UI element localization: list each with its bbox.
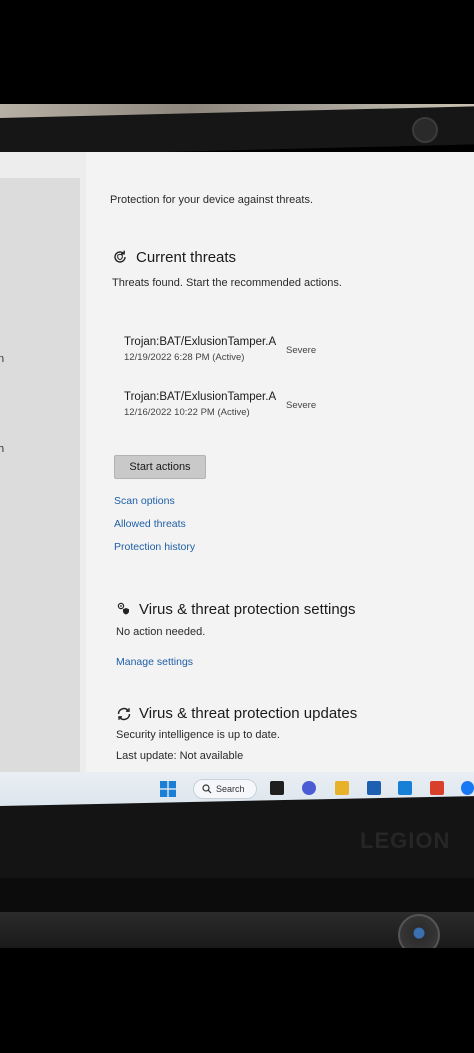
start-actions-button[interactable]: Start actions: [114, 455, 206, 479]
sidebar-item-fragment[interactable]: h: [0, 443, 4, 455]
update-shield-icon: [116, 706, 132, 722]
bottom-area: [0, 948, 474, 1053]
file-explorer-icon[interactable]: [335, 781, 349, 795]
allowed-threats-link[interactable]: Allowed threats: [114, 518, 186, 530]
office-icon[interactable]: [430, 781, 444, 795]
search-label: Search: [216, 784, 245, 794]
refresh-shield-icon: [112, 249, 128, 265]
updates-title: Virus & threat protection updates: [139, 705, 358, 722]
sidebar-item-fragment[interactable]: n: [0, 353, 4, 365]
chat-icon[interactable]: [302, 781, 316, 795]
scan-options-link[interactable]: Scan options: [114, 495, 175, 507]
threat-meta: 12/16/2022 10:22 PM (Active): [124, 407, 250, 418]
current-threats-title: Current threats: [136, 249, 237, 266]
facebook-icon[interactable]: [461, 781, 474, 795]
brand-logo: LEGION: [360, 828, 451, 853]
mail-icon[interactable]: [367, 781, 381, 795]
threat-meta: 12/19/2022 6:28 PM (Active): [124, 352, 245, 363]
taskbar-search[interactable]: Search: [193, 779, 257, 799]
app-l-icon[interactable]: [398, 781, 412, 795]
gear-shield-icon: [116, 601, 131, 616]
current-threats-subtitle: Threats found. Start the recommended act…: [112, 277, 342, 289]
updates-status: Security intelligence is up to date.: [116, 729, 280, 741]
last-update: Last update: Not available: [116, 750, 244, 762]
search-icon: [202, 784, 212, 794]
task-view-icon[interactable]: [270, 781, 284, 795]
threat-severity: Severe: [286, 345, 317, 356]
threat-severity: Severe: [286, 400, 317, 411]
webcam: [412, 117, 438, 143]
windows-start-icon[interactable]: [160, 781, 176, 797]
threat-name: Trojan:BAT/ExlusionTamper.A: [124, 391, 277, 403]
protection-history-link[interactable]: Protection history: [114, 541, 195, 553]
settings-status: No action needed.: [116, 626, 206, 638]
nav-sidebar: n h: [0, 178, 80, 772]
threat-name: Trojan:BAT/ExlusionTamper.A: [124, 336, 277, 348]
threat-item[interactable]: Trojan:BAT/ExlusionTamper.A 12/16/2022 1…: [124, 391, 324, 423]
settings-title: Virus & threat protection settings: [139, 601, 356, 618]
page-intro: Protection for your device against threa…: [110, 194, 313, 206]
manage-settings-link[interactable]: Manage settings: [116, 656, 193, 668]
threat-item[interactable]: Trojan:BAT/ExlusionTamper.A 12/19/2022 6…: [124, 336, 324, 368]
